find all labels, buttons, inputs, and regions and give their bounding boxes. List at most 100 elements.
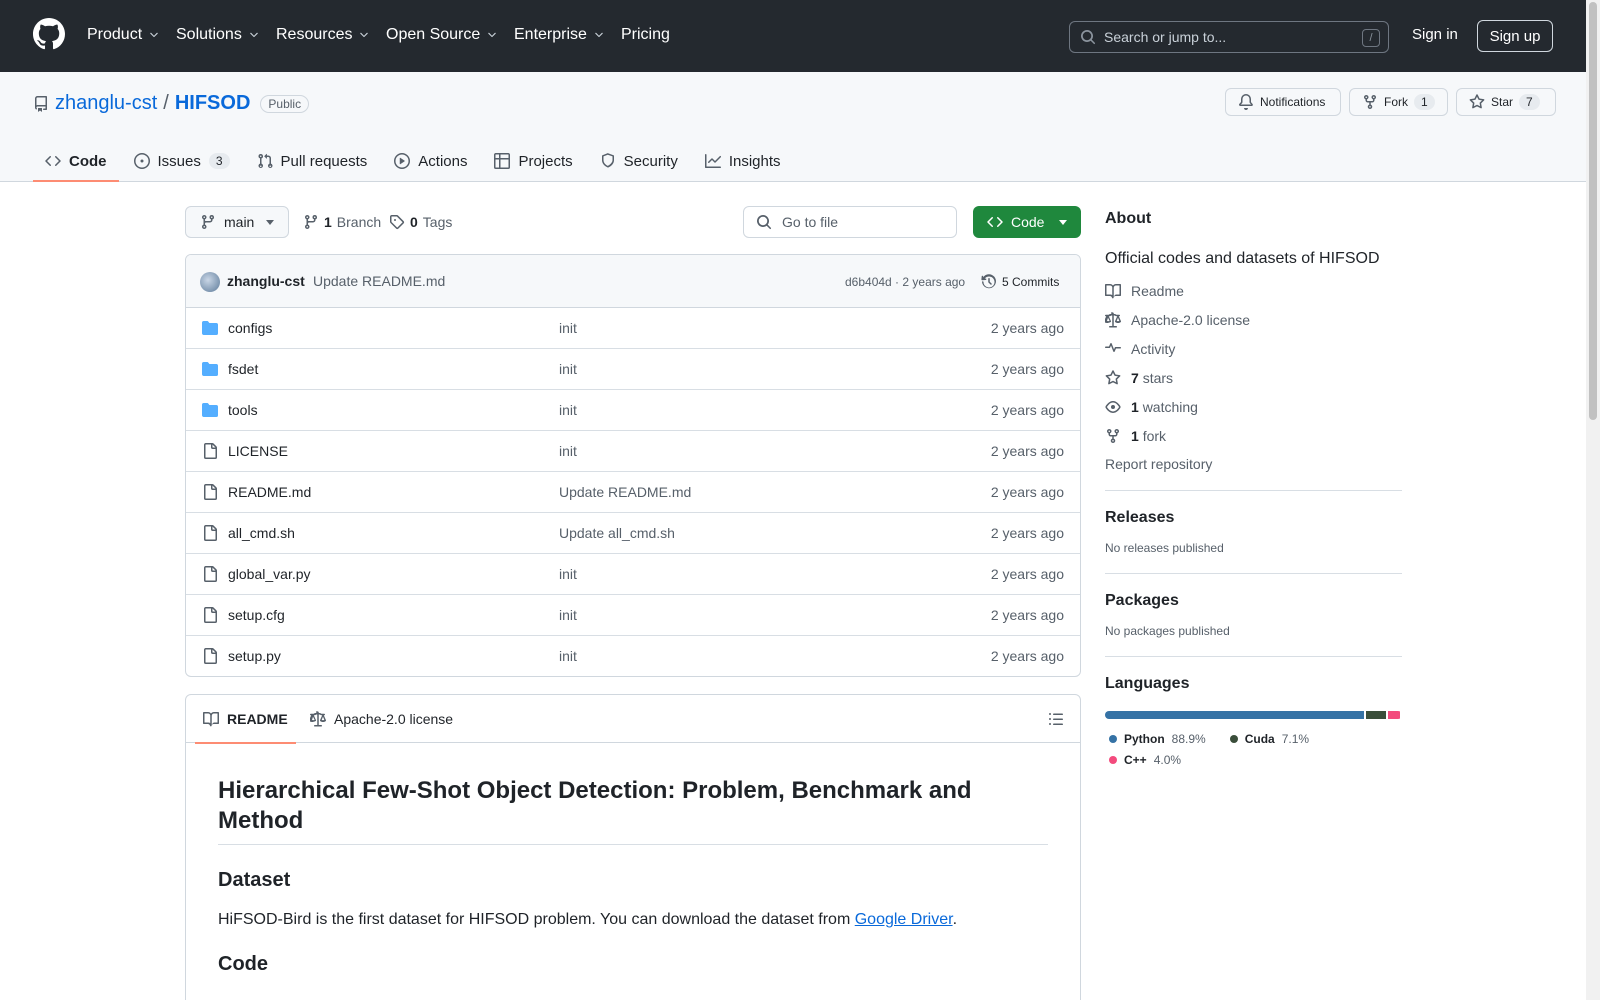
language-name: C++ — [1124, 753, 1147, 767]
nav-enterprise[interactable]: Enterprise — [514, 24, 605, 46]
tab-security[interactable]: Security — [588, 140, 690, 182]
language-bar-segment-c- — [1388, 711, 1400, 719]
fork-button[interactable]: Fork 1 — [1349, 88, 1448, 116]
file-name-link[interactable]: setup.cfg — [228, 607, 285, 623]
file-commit-message-link[interactable]: init — [559, 566, 577, 582]
language-item-python[interactable]: Python 88.9% — [1105, 730, 1206, 748]
nav-open-source[interactable]: Open Source — [386, 24, 498, 46]
commit-message-link[interactable]: Update README.md — [313, 273, 445, 289]
repo-name-link[interactable]: HIFSOD — [175, 92, 251, 115]
scrollbar-thumb[interactable] — [1589, 2, 1597, 420]
github-logo-icon[interactable] — [33, 18, 65, 50]
tab-actions[interactable]: Actions — [382, 140, 479, 182]
commit-meta[interactable]: d6b404d · 2 years ago — [845, 275, 965, 289]
tag-count-label: Tags — [422, 214, 453, 230]
repo-tabs: Code Issues 3 Pull requests Actions Projects S… — [33, 140, 796, 182]
file-commit-time: 2 years ago — [990, 648, 1064, 664]
fork-label: Fork — [1384, 95, 1408, 109]
tab-projects-label: Projects — [518, 152, 573, 170]
file-commit-message-link[interactable]: init — [559, 402, 577, 418]
file-name-link[interactable]: tools — [228, 402, 258, 418]
play-icon — [394, 153, 411, 169]
forks-link[interactable]: 1 fork — [1105, 427, 1402, 445]
repo-owner-link[interactable]: zhanglu-cst — [55, 92, 157, 115]
nav-pricing[interactable]: Pricing — [621, 24, 670, 46]
file-commit-message-link[interactable]: init — [559, 648, 577, 664]
stars-link[interactable]: 7 stars — [1105, 369, 1402, 387]
language-dot — [1109, 735, 1117, 743]
commit-author-link[interactable]: zhanglu-cst — [227, 273, 305, 289]
chevron-down-icon — [486, 29, 498, 41]
language-item-cuda[interactable]: Cuda 7.1% — [1226, 730, 1309, 748]
nav-product[interactable]: Product — [87, 24, 160, 46]
file-commit-message-link[interactable]: init — [559, 361, 577, 377]
commit-count-label: 5 Commits — [1002, 275, 1060, 289]
report-repository-link[interactable]: Report repository — [1105, 456, 1402, 472]
table-row: tools init 2 years ago — [186, 390, 1080, 431]
pulse-icon — [1105, 341, 1121, 357]
code-icon — [45, 153, 61, 169]
tab-pull-requests[interactable]: Pull requests — [245, 140, 380, 182]
branch-name: main — [224, 214, 255, 230]
packages-title[interactable]: Packages — [1105, 592, 1402, 610]
tab-readme[interactable]: README — [195, 695, 296, 744]
tab-issues[interactable]: Issues 3 — [122, 140, 242, 182]
readme-link[interactable]: Readme — [1105, 282, 1402, 300]
commits-link[interactable]: 5 Commits — [981, 274, 1059, 290]
table-row: LICENSE init 2 years ago — [186, 431, 1080, 472]
readme-panel: README Apache-2.0 license Hierarchical F… — [185, 694, 1081, 1000]
license-link[interactable]: Apache-2.0 license — [1105, 311, 1402, 329]
nav-resources[interactable]: Resources — [276, 24, 370, 46]
file-commit-message-link[interactable]: init — [559, 607, 577, 623]
file-commit-message-link[interactable]: Update README.md — [559, 484, 691, 500]
file-name-link[interactable]: all_cmd.sh — [228, 525, 295, 541]
tab-insights[interactable]: Insights — [693, 140, 793, 182]
book-icon — [203, 711, 219, 727]
sign-in-link[interactable]: Sign in — [1412, 26, 1458, 43]
fork-icon — [1362, 94, 1378, 110]
file-commit-message-link[interactable]: Update all_cmd.sh — [559, 525, 675, 541]
google-driver-link[interactable]: Google Driver — [855, 911, 953, 928]
repo-title: zhanglu-cst / HIFSOD Public — [33, 92, 310, 115]
notifications-label: Notifications — [1260, 95, 1326, 109]
watching-count: 1 — [1131, 399, 1139, 415]
page-scrollbar[interactable] — [1586, 0, 1600, 1000]
file-name-link[interactable]: README.md — [228, 484, 311, 500]
star-button[interactable]: Star 7 — [1456, 88, 1556, 116]
file-name-link[interactable]: fsdet — [228, 361, 258, 377]
readme-title: Hierarchical Few-Shot Object Detection: … — [218, 776, 1048, 845]
code-caret-icon — [1059, 220, 1067, 225]
file-name-link[interactable]: LICENSE — [228, 443, 288, 459]
tags-link[interactable]: 0 Tags — [389, 214, 452, 230]
activity-link[interactable]: Activity — [1105, 340, 1402, 358]
go-to-file-input[interactable]: Go to file — [743, 206, 957, 238]
file-commit-message-link[interactable]: init — [559, 320, 577, 336]
file-name-link[interactable]: global_var.py — [228, 566, 311, 582]
watchers-link[interactable]: 1 watching — [1105, 398, 1402, 416]
tab-code[interactable]: Code — [33, 140, 119, 182]
branches-link[interactable]: 1 Branch — [303, 214, 381, 230]
avatar[interactable] — [200, 272, 220, 292]
file-name-link[interactable]: configs — [228, 320, 272, 336]
outline-list-icon[interactable] — [1048, 711, 1064, 727]
file-icon — [202, 648, 218, 664]
global-search-input[interactable]: Search or jump to... / — [1069, 21, 1389, 53]
chevron-down-icon — [248, 29, 260, 41]
notifications-button[interactable]: Notifications — [1225, 88, 1341, 116]
readme-tabs: README Apache-2.0 license — [186, 695, 1080, 744]
sign-up-button[interactable]: Sign up — [1477, 20, 1553, 52]
star-icon — [1105, 370, 1121, 386]
branch-count: 1 — [324, 214, 332, 230]
nav-solutions[interactable]: Solutions — [176, 24, 260, 46]
file-commit-message-link[interactable]: init — [559, 443, 577, 459]
tab-license[interactable]: Apache-2.0 license — [310, 695, 453, 743]
repo-separator: / — [163, 92, 169, 114]
code-icon — [987, 214, 1003, 230]
file-name-link[interactable]: setup.py — [228, 648, 281, 664]
releases-title[interactable]: Releases — [1105, 509, 1402, 527]
code-button-label: Code — [1011, 214, 1045, 230]
tab-projects[interactable]: Projects — [482, 140, 584, 182]
language-item-c-[interactable]: C++ 4.0% — [1105, 751, 1181, 769]
branch-selector[interactable]: main — [185, 206, 289, 238]
code-download-button[interactable]: Code — [973, 206, 1081, 238]
